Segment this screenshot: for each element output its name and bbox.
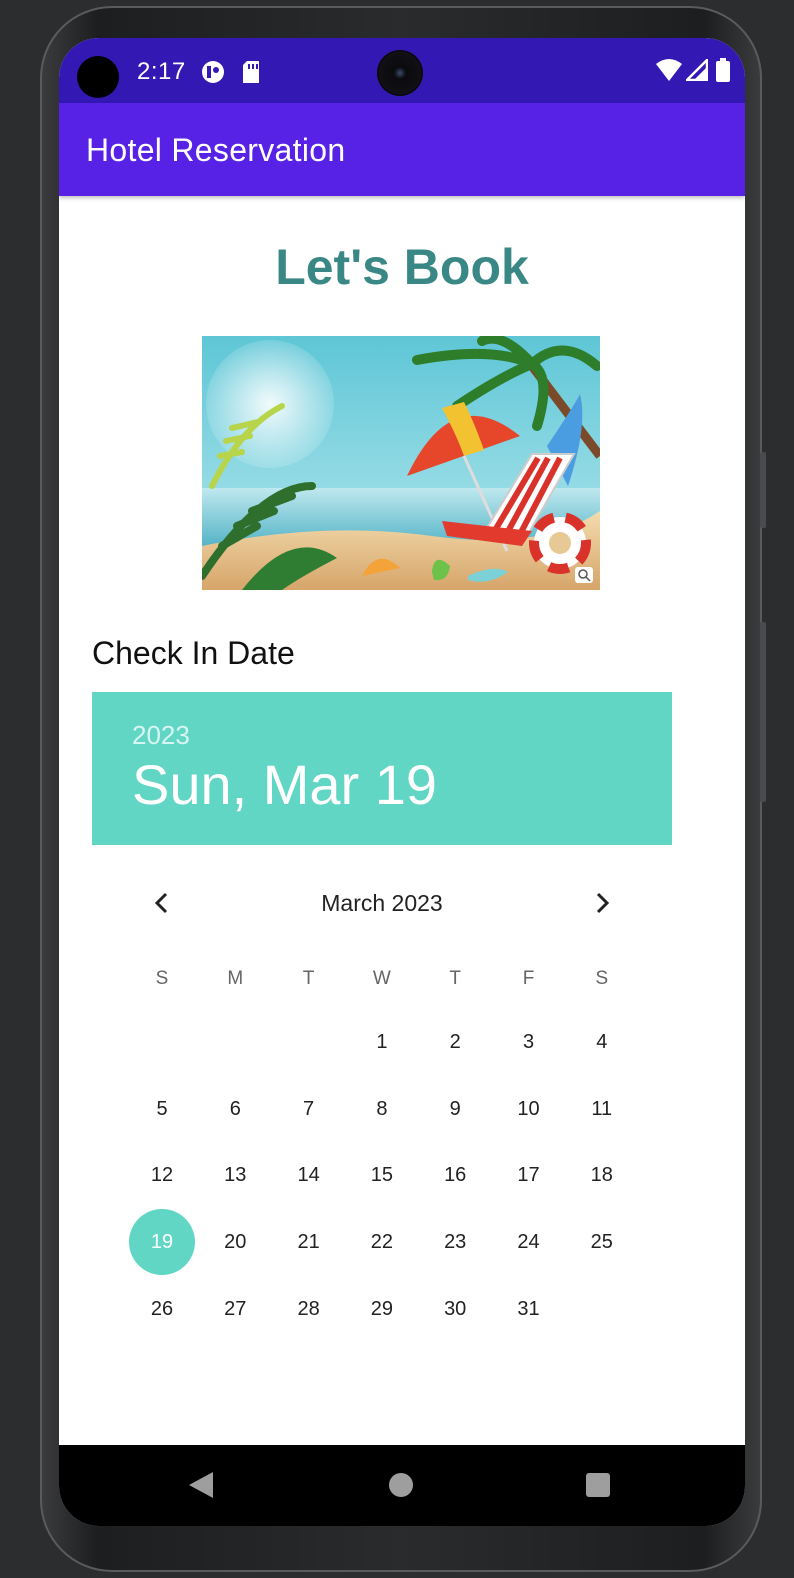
calendar-day[interactable]: 1: [349, 1009, 415, 1075]
weekday-header: W: [372, 968, 391, 989]
recents-icon[interactable]: [586, 1473, 610, 1497]
calendar-day[interactable]: 5: [129, 1076, 195, 1142]
page-heading: Let's Book: [275, 239, 529, 295]
app-title: Hotel Reservation: [86, 132, 346, 168]
calendar-day[interactable]: 15: [349, 1142, 415, 1208]
check-in-label: Check In Date: [92, 635, 295, 671]
home-icon[interactable]: [389, 1473, 413, 1497]
weekday-header: F: [522, 968, 535, 989]
calendar-day[interactable]: 2: [422, 1009, 488, 1075]
header-year[interactable]: 2023: [132, 720, 190, 751]
calendar-day[interactable]: 3: [496, 1009, 562, 1075]
calendar-day[interactable]: 29: [349, 1276, 415, 1342]
volume-button: [760, 452, 766, 528]
media-icon: [201, 60, 225, 89]
weekday-header: S: [595, 968, 609, 989]
calendar-day[interactable]: 16: [422, 1142, 488, 1208]
calendar-day[interactable]: 25: [569, 1209, 635, 1275]
weekday-header: T: [302, 968, 315, 989]
status-time: 2:17: [137, 58, 186, 85]
calendar-day[interactable]: 17: [496, 1142, 562, 1208]
camera-cutout: [77, 56, 119, 98]
beach-banner-image: [202, 336, 600, 590]
calendar-day[interactable]: 9: [422, 1076, 488, 1142]
calendar-day[interactable]: 13: [202, 1142, 268, 1208]
calendar-day[interactable]: 26: [129, 1276, 195, 1342]
calendar-day[interactable]: 30: [422, 1276, 488, 1342]
calendar-day[interactable]: 11: [569, 1076, 635, 1142]
calendar-navigation: March 2023: [92, 868, 672, 938]
battery-icon: [716, 58, 730, 87]
calendar-day[interactable]: 10: [496, 1076, 562, 1142]
calendar-day[interactable]: 22: [349, 1209, 415, 1275]
weekday-header: M: [227, 968, 244, 989]
weekday-header: T: [449, 968, 461, 989]
chevron-right-icon: [596, 892, 610, 914]
back-icon[interactable]: [189, 1472, 213, 1498]
power-button: [760, 622, 766, 802]
wifi-icon: [655, 58, 683, 87]
calendar-day[interactable]: 21: [276, 1209, 342, 1275]
calendar-day[interactable]: 18: [569, 1142, 635, 1208]
front-camera: [379, 52, 421, 94]
calendar-day[interactable]: 20: [202, 1209, 268, 1275]
app-bar: Hotel Reservation: [59, 103, 745, 196]
calendar-day[interactable]: 8: [349, 1076, 415, 1142]
signal-icon: [683, 56, 709, 86]
weekday-header: S: [155, 968, 169, 989]
status-bar: 2:17: [59, 38, 745, 103]
calendar-day[interactable]: 4: [569, 1009, 635, 1075]
phone-screen: 2:17 Hotel Reservation Let's Book Check …: [59, 38, 745, 1526]
calendar-day[interactable]: 23: [422, 1209, 488, 1275]
calendar-day-selected[interactable]: 19: [129, 1209, 195, 1276]
calendar-day[interactable]: 28: [276, 1276, 342, 1342]
calendar-day[interactable]: 27: [202, 1276, 268, 1342]
header-selected-date[interactable]: Sun, Mar 19: [132, 752, 437, 817]
calendar-day[interactable]: 7: [276, 1076, 342, 1142]
calendar-day[interactable]: 31: [496, 1276, 562, 1342]
date-picker-header: 2023 Sun, Mar 19: [92, 692, 672, 845]
system-navigation-bar: [59, 1445, 745, 1526]
calendar-day[interactable]: 12: [129, 1142, 195, 1208]
calendar-day[interactable]: 24: [496, 1209, 562, 1275]
next-month-button[interactable]: [584, 885, 620, 921]
sd-card-icon: [241, 60, 261, 89]
calendar-day[interactable]: 6: [202, 1076, 268, 1142]
calendar-day[interactable]: 14: [276, 1142, 342, 1208]
